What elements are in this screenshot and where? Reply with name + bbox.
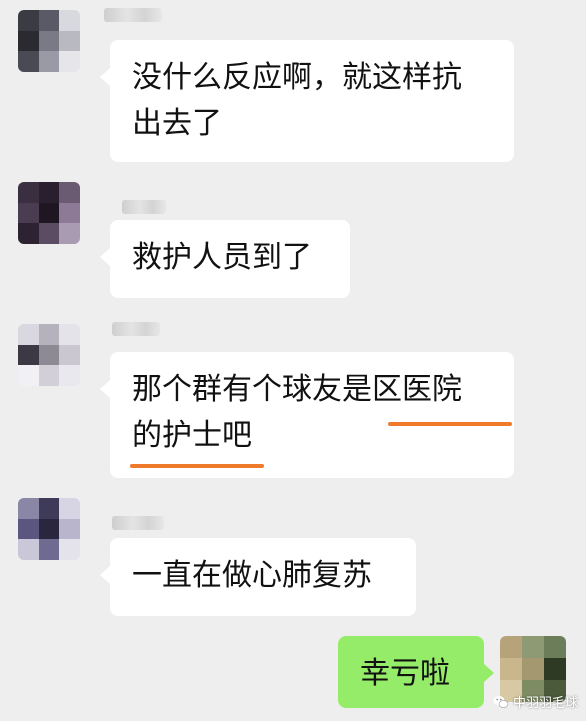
sender-avatar[interactable] xyxy=(18,498,80,560)
watermark-text: 中羽羽毛球 xyxy=(512,696,578,711)
message-text-line: 没什么反应啊，就这样抗 xyxy=(132,60,462,95)
message-bubble[interactable]: 一直在做心肺复苏 xyxy=(100,538,416,616)
message-text-line: 一直在做心肺复苏 xyxy=(132,558,372,593)
message-text-line: 的护士吧 xyxy=(132,418,252,453)
message-bubble[interactable]: 没什么反应啊，就这样抗 出去了 xyxy=(100,40,514,162)
message-bubble[interactable]: 那个群有个球友是区医院 的护士吧 xyxy=(100,352,514,478)
message-text-line: 救护人员到了 xyxy=(132,240,312,275)
my-message-bubble[interactable]: 幸亏啦 xyxy=(338,636,494,708)
sender-avatar[interactable] xyxy=(18,182,80,244)
message-text-line: 出去了 xyxy=(132,106,222,141)
sender-name-blurred xyxy=(112,322,160,336)
message-text-line: 那个群有个球友是区医院 xyxy=(132,372,462,407)
sender-name-blurred xyxy=(122,200,166,214)
highlight-underline xyxy=(388,422,512,426)
message-text-line: 幸亏啦 xyxy=(360,656,450,691)
highlight-underline xyxy=(130,464,264,468)
sender-avatar[interactable] xyxy=(18,324,80,386)
sender-name-blurred xyxy=(104,8,162,22)
watermark: 中羽羽毛球 xyxy=(493,692,578,711)
sender-avatar[interactable] xyxy=(18,10,80,72)
wechat-icon xyxy=(493,695,509,708)
message-bubble[interactable]: 救护人员到了 xyxy=(100,220,350,298)
sender-name-blurred xyxy=(112,516,164,530)
